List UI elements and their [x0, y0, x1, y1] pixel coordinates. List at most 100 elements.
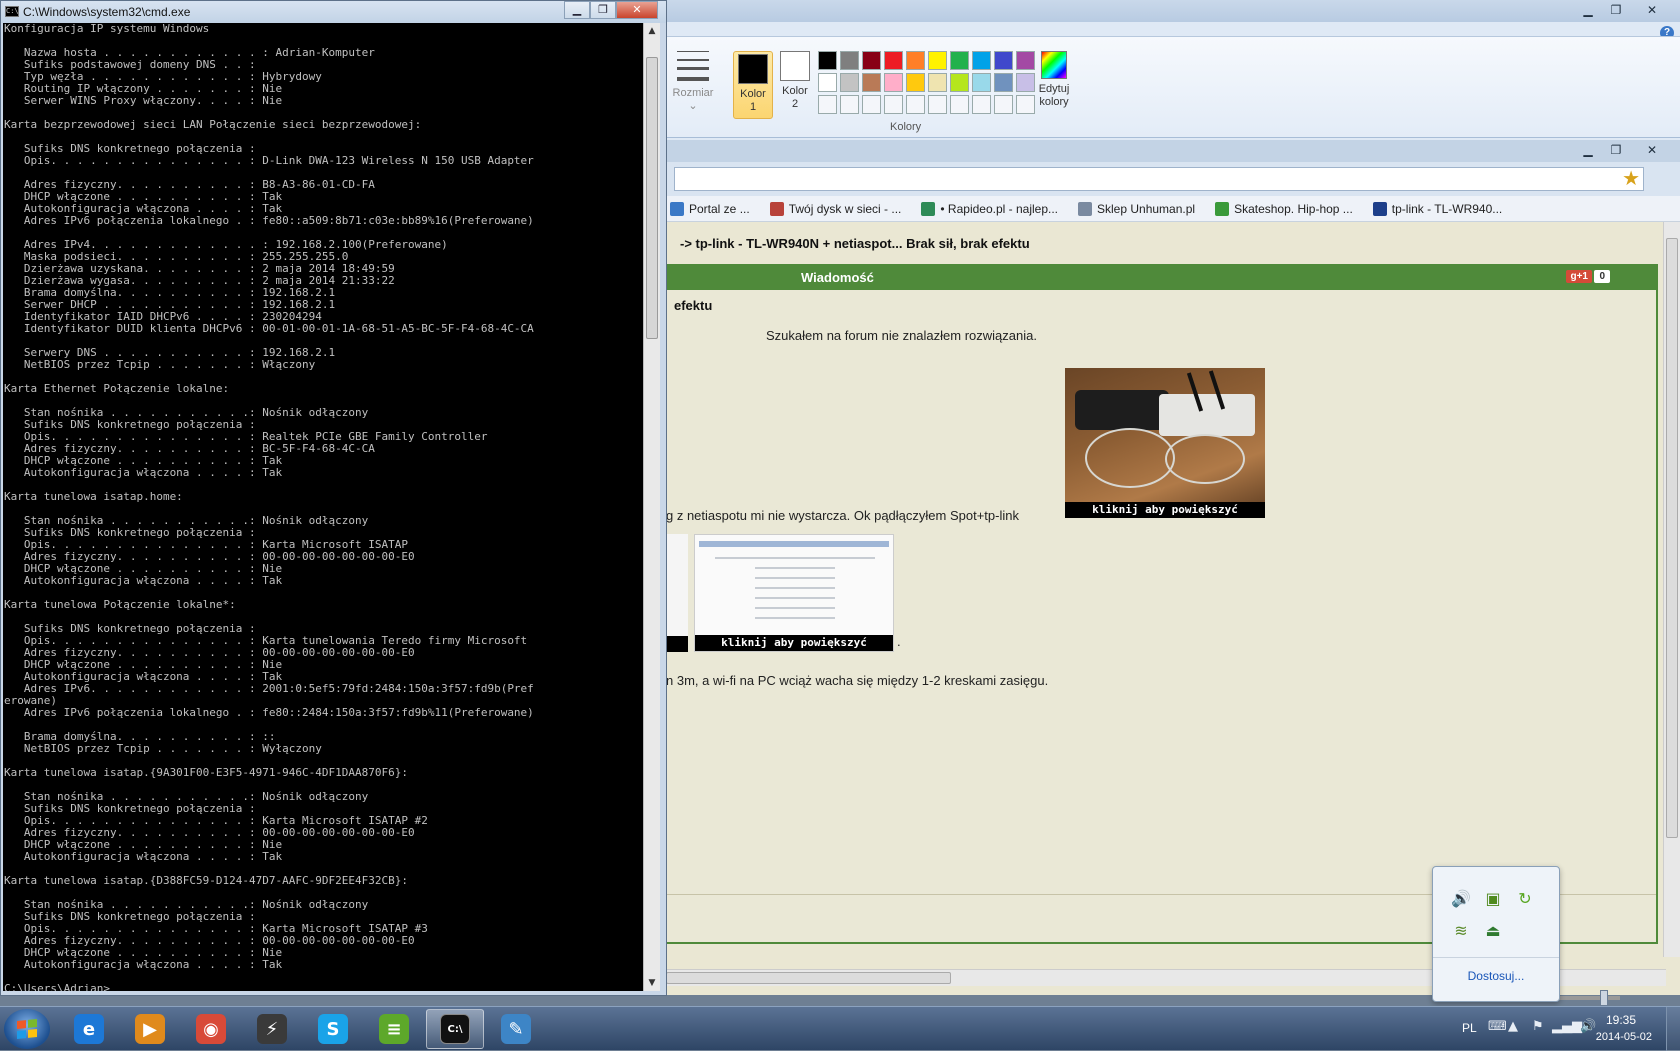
palette-color-swatch[interactable]	[862, 73, 881, 92]
sync-icon[interactable]: ↻	[1509, 883, 1541, 915]
scroll-up-arrow-icon[interactable]: ▲	[644, 23, 660, 39]
favorite-label: Skateshop. Hip-hop ...	[1234, 201, 1353, 216]
favorite-link[interactable]: Sklep Unhuman.pl	[1074, 201, 1195, 216]
edit-colors-button[interactable]: Edytuj kolory	[1033, 51, 1075, 109]
palette-color-swatch[interactable]	[840, 95, 859, 114]
palette-color-swatch[interactable]	[818, 95, 837, 114]
console-line: Identyfikator DUID klienta DHCPv6 : 00-0…	[4, 322, 534, 335]
palette-color-swatch[interactable]	[884, 73, 903, 92]
chevron-down-icon: ⌄	[688, 100, 698, 112]
color1-swatch	[738, 54, 768, 84]
favorite-link[interactable]: tp-link - TL-WR940...	[1369, 201, 1502, 216]
browser-close-button[interactable]: ✕	[1630, 140, 1674, 160]
palette-color-swatch[interactable]	[818, 51, 837, 70]
cmd-app-icon: C:\	[5, 6, 19, 17]
paint-window-buttons: ▁ ❐ ✕	[1574, 0, 1674, 20]
zoom-slider-knob[interactable]	[1600, 990, 1608, 1006]
cmd-minimize-button[interactable]: ▁	[564, 1, 590, 19]
speaker-icon[interactable]: 🔊	[1445, 883, 1477, 915]
language-indicator[interactable]: PL	[1462, 1021, 1477, 1035]
cmd-titlebar[interactable]: C:\ C:\Windows\system32\cmd.exe ▁ ❐ ✕	[1, 1, 666, 23]
post-text-dot: .	[897, 634, 901, 649]
cmd-window-buttons: ▁ ❐ ✕	[564, 1, 658, 19]
paint-maximize-button[interactable]: ❐	[1602, 0, 1630, 20]
customize-link[interactable]: Dostosuj...	[1433, 969, 1559, 983]
console-line: Autokonfiguracja włączona . . . . : Tak	[4, 574, 283, 587]
palette-color-swatch[interactable]	[950, 95, 969, 114]
google-plus-button[interactable]: g+1	[1566, 270, 1592, 283]
palette-color-swatch[interactable]	[818, 73, 837, 92]
screenshot-thumbnail-image[interactable]: kliknij aby powiększyć	[694, 534, 894, 652]
favorite-link[interactable]: Portal ze ...	[666, 201, 750, 216]
cmd-vertical-scrollbar[interactable]: ▲ ▼	[643, 23, 660, 991]
taskbar-internet-explorer-button[interactable]: e	[60, 1009, 118, 1049]
taskbar-chrome-button[interactable]: ◉	[182, 1009, 240, 1049]
start-button[interactable]	[4, 1009, 50, 1049]
palette-color-swatch[interactable]	[972, 73, 991, 92]
thread-title[interactable]: -> tp-link - TL-WR940N + netiaspot... Br…	[680, 236, 1030, 251]
palette-color-swatch[interactable]	[950, 51, 969, 70]
palette-color-swatch[interactable]	[840, 73, 859, 92]
action-center-flag-icon[interactable]: ⚑	[1532, 1019, 1544, 1034]
scrollbar-thumb[interactable]	[1666, 238, 1678, 838]
palette-color-swatch[interactable]	[994, 73, 1013, 92]
palette-color-swatch[interactable]	[906, 73, 925, 92]
clock-date[interactable]: 2014-05-02	[1596, 1031, 1652, 1043]
favorite-link[interactable]: • Rapideo.pl - najlep...	[917, 201, 1058, 216]
paint-minimize-button[interactable]: ▁	[1574, 0, 1602, 20]
palette-color-swatch[interactable]	[906, 95, 925, 114]
palette-color-swatch[interactable]	[950, 73, 969, 92]
favorite-star-icon[interactable]: ★	[1622, 166, 1640, 190]
paint-close-button[interactable]: ✕	[1630, 0, 1674, 20]
palette-color-swatch[interactable]	[972, 95, 991, 114]
usb-safe-remove-icon[interactable]: ⏏	[1477, 915, 1509, 947]
console-line: Autokonfiguracja włączona . . . . : Tak	[4, 466, 283, 479]
cmd-maximize-button[interactable]: ❐	[590, 1, 616, 19]
color1-button[interactable]: Kolor 1	[733, 51, 773, 119]
address-bar-input[interactable]	[674, 167, 1644, 191]
taskbar-flash-shield-button[interactable]: ⚡	[243, 1009, 301, 1049]
nvidia-icon[interactable]: ▣	[1477, 883, 1509, 915]
router-photo-image[interactable]: kliknij aby powiększyć	[1065, 368, 1265, 518]
taskbar-cmd-button[interactable]: C:\	[426, 1009, 484, 1049]
show-desktop-button[interactable]	[1666, 1007, 1680, 1051]
size-tool-button[interactable]: Rozmiar ⌄	[669, 51, 717, 113]
browser-minimize-button[interactable]: ▁	[1574, 140, 1602, 160]
palette-color-swatch[interactable]	[928, 51, 947, 70]
clock-time[interactable]: 19:35	[1606, 1013, 1636, 1027]
favicon-icon	[1078, 201, 1092, 216]
scrollbar-thumb[interactable]	[666, 972, 951, 984]
palette-color-swatch[interactable]	[840, 51, 859, 70]
palette-color-swatch[interactable]	[994, 95, 1013, 114]
browser-maximize-button[interactable]: ❐	[1602, 140, 1630, 160]
favorite-link[interactable]: Twój dysk w sieci - ...	[766, 201, 901, 216]
cmd-console-output[interactable]: Konfiguracja IP systemu Windows Nazwa ho…	[3, 23, 645, 991]
browser-vertical-scrollbar[interactable]	[1663, 222, 1680, 957]
keyboard-icon[interactable]: ⌨	[1488, 1019, 1507, 1034]
taskbar-bluestacks-button[interactable]: ≡	[365, 1009, 423, 1049]
show-hidden-icons-button[interactable]: ▲	[1508, 1019, 1518, 1034]
scroll-down-arrow-icon[interactable]: ▼	[644, 975, 660, 991]
bluestacks-icon[interactable]: ≋	[1445, 915, 1477, 947]
taskbar-paint-button[interactable]: ✎	[487, 1009, 545, 1049]
palette-color-swatch[interactable]	[928, 95, 947, 114]
network-signal-icon[interactable]: ▂▄▆	[1552, 1019, 1582, 1034]
scrollbar-thumb[interactable]	[646, 57, 658, 339]
palette-color-swatch[interactable]	[884, 51, 903, 70]
palette-color-swatch[interactable]	[862, 95, 881, 114]
palette-color-swatch[interactable]	[906, 51, 925, 70]
system-tray: PL ⌨ ▲ ⚑ ▂▄▆ 🔊 19:35 2014-05-02	[1350, 1007, 1680, 1051]
volume-icon[interactable]: 🔊	[1580, 1019, 1596, 1034]
forum-post: Wiadomość g+1 0 efektu Szukałem na forum…	[666, 264, 1658, 944]
cmd-close-button[interactable]: ✕	[616, 1, 658, 19]
palette-color-swatch[interactable]	[862, 51, 881, 70]
screenshot-thumbnail-partial[interactable]	[666, 534, 688, 652]
palette-color-swatch[interactable]	[928, 73, 947, 92]
palette-color-swatch[interactable]	[972, 51, 991, 70]
color2-button[interactable]: Kolor 2	[777, 51, 813, 111]
taskbar-skype-button[interactable]: S	[304, 1009, 362, 1049]
favorite-link[interactable]: Skateshop. Hip-hop ...	[1211, 201, 1353, 216]
taskbar-media-player-button[interactable]: ▶	[121, 1009, 179, 1049]
palette-color-swatch[interactable]	[884, 95, 903, 114]
palette-color-swatch[interactable]	[994, 51, 1013, 70]
